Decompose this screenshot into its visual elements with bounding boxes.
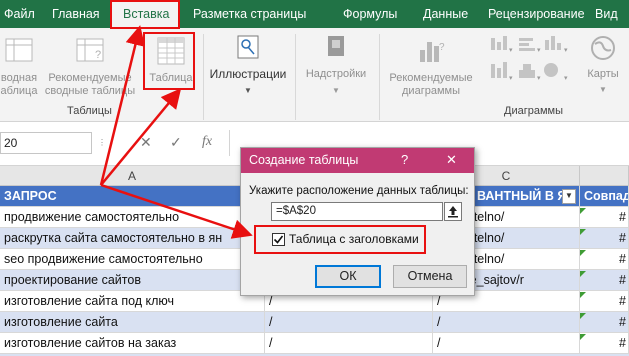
arrow-to-checkbox	[100, 183, 253, 239]
annotation-arrows	[99, 25, 253, 239]
excel-window: Файл Главная Вставка Разметка страницы Ф…	[0, 0, 629, 356]
